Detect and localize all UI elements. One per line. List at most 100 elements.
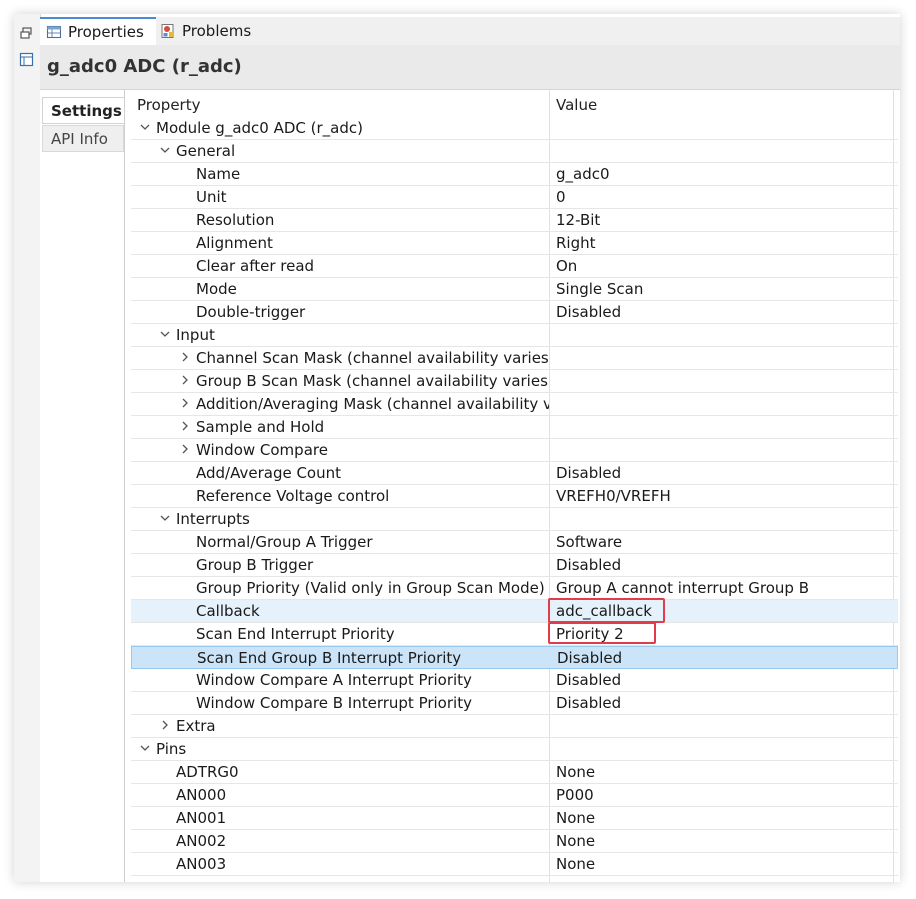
tab-settings-label: Settings	[51, 101, 122, 120]
property-label: Unit	[196, 188, 227, 206]
property-label: Resolution	[196, 211, 275, 229]
tree-row-an000[interactable]: AN000 P000	[131, 784, 898, 807]
property-value[interactable]: On	[556, 257, 577, 275]
property-value[interactable]: Disabled	[556, 694, 621, 712]
properties-view-icon[interactable]	[19, 52, 34, 67]
tab-settings[interactable]: Settings	[42, 97, 124, 124]
column-header-property[interactable]: Property	[137, 96, 200, 114]
property-label: Normal/Group A Trigger	[196, 533, 373, 551]
column-header-value[interactable]: Value	[556, 96, 597, 114]
tree-row-clear-after-read[interactable]: Clear after read On	[131, 255, 898, 278]
tree-row-reference-voltage-control[interactable]: Reference Voltage control VREFH0/VREFH	[131, 485, 898, 508]
tree-row-group-priority-valid-only-in-group-scan-[interactable]: Group Priority (Valid only in Group Scan…	[131, 577, 898, 600]
tree-row-pins[interactable]: Pins	[131, 738, 898, 761]
property-value[interactable]: g_adc0	[556, 165, 610, 183]
tree-row-general[interactable]: General	[131, 140, 898, 163]
property-value[interactable]: Single Scan	[556, 280, 643, 298]
property-label: Double-trigger	[196, 303, 306, 321]
property-label: General	[176, 142, 236, 160]
tree-row-an001[interactable]: AN001 None	[131, 807, 898, 830]
property-label: Channel Scan Mask (channel availability …	[196, 349, 549, 367]
chevron-right-icon[interactable]	[179, 443, 191, 455]
property-value[interactable]: None	[556, 832, 595, 850]
property-value[interactable]: None	[556, 809, 595, 827]
property-value[interactable]: None	[556, 855, 595, 873]
property-label: Scan End Interrupt Priority	[196, 625, 395, 643]
tree-row-extra[interactable]: Extra	[131, 715, 898, 738]
property-label: Extra	[176, 717, 216, 735]
tab-api-info-label: API Info	[51, 129, 108, 148]
section-tabs: Settings API Info	[40, 90, 125, 882]
chevron-right-icon[interactable]	[179, 374, 191, 386]
tree-row-adtrg0[interactable]: ADTRG0 None	[131, 761, 898, 784]
tree-row-normal-group-a-trigger[interactable]: Normal/Group A Trigger Software	[131, 531, 898, 554]
tree-row-addition-averaging-mask-channel-availabi[interactable]: Addition/Averaging Mask (channel availab…	[131, 393, 898, 416]
chevron-right-icon[interactable]	[179, 351, 191, 363]
property-value[interactable]: None	[556, 763, 595, 781]
chevron-down-icon[interactable]	[159, 144, 171, 156]
chevron-down-icon[interactable]	[139, 121, 151, 133]
chevron-right-icon[interactable]	[159, 719, 171, 731]
property-value[interactable]: P000	[556, 786, 594, 804]
tree-row-interrupts[interactable]: Interrupts	[131, 508, 898, 531]
tree-row-input[interactable]: Input	[131, 324, 898, 347]
restore-icon[interactable]	[19, 26, 34, 41]
grid-header: Property Value	[131, 93, 898, 115]
tab-problems[interactable]: Problems	[154, 17, 270, 45]
property-label: Window Compare	[196, 441, 328, 459]
tree-row-unit[interactable]: Unit 0	[131, 186, 898, 209]
view-tab-bar: Properties Problems	[40, 17, 900, 45]
property-label: Group B Scan Mask (channel availability …	[196, 372, 549, 390]
tree-row-group-b-scan-mask-channel-availability-v[interactable]: Group B Scan Mask (channel availability …	[131, 370, 898, 393]
property-label: Group Priority (Valid only in Group Scan…	[196, 579, 545, 597]
property-value[interactable]: Disabled	[556, 464, 621, 482]
property-label: Pins	[156, 740, 187, 758]
property-value[interactable]: VREFH0/VREFH	[556, 487, 671, 505]
property-label: Callback	[196, 602, 260, 620]
chevron-down-icon[interactable]	[139, 742, 151, 754]
property-value[interactable]: Group A cannot interrupt Group B	[556, 579, 809, 597]
tree-row-scan-end-interrupt-priority[interactable]: Scan End Interrupt Priority Priority 2	[131, 623, 898, 646]
chevron-right-icon[interactable]	[179, 397, 191, 409]
property-value[interactable]: 12-Bit	[556, 211, 600, 229]
tree-row-scan-end-group-b-interrupt-priority[interactable]: Scan End Group B Interrupt Priority Disab…	[131, 646, 898, 669]
tree-row-module-g-adc0-adc-r-adc[interactable]: Module g_adc0 ADC (r_adc)	[131, 117, 898, 140]
tree-row-callback[interactable]: Callback adc_callback	[131, 600, 898, 623]
property-label: Alignment	[196, 234, 273, 252]
property-value[interactable]: Disabled	[557, 649, 622, 667]
tree-row-add-average-count[interactable]: Add/Average Count Disabled	[131, 462, 898, 485]
tree-row-window-compare[interactable]: Window Compare	[131, 439, 898, 462]
property-label: Sample and Hold	[196, 418, 325, 436]
tab-properties[interactable]: Properties	[40, 17, 156, 45]
tree-row-alignment[interactable]: Alignment Right	[131, 232, 898, 255]
tree-row-channel-scan-mask-channel-availability-v[interactable]: Channel Scan Mask (channel availability …	[131, 347, 898, 370]
property-label: Interrupts	[176, 510, 250, 528]
property-value[interactable]: Disabled	[556, 671, 621, 689]
property-value[interactable]: Software	[556, 533, 622, 551]
tree-row-group-b-trigger[interactable]: Group B Trigger Disabled	[131, 554, 898, 577]
property-value[interactable]: Disabled	[556, 556, 621, 574]
tree-row-double-trigger[interactable]: Double-trigger Disabled	[131, 301, 898, 324]
property-value[interactable]: Disabled	[556, 303, 621, 321]
tree-row-mode[interactable]: Mode Single Scan	[131, 278, 898, 301]
property-label: Add/Average Count	[196, 464, 342, 482]
chevron-right-icon[interactable]	[179, 420, 191, 432]
property-label: AN000	[176, 786, 227, 804]
tree-row-an003[interactable]: AN003 None	[131, 853, 898, 876]
chevron-down-icon[interactable]	[159, 328, 171, 340]
tree-row-name[interactable]: Name g_adc0	[131, 163, 898, 186]
tab-problems-label: Problems	[182, 22, 252, 40]
tree-row-window-compare-a-interrupt-priority[interactable]: Window Compare A Interrupt Priority Disab…	[131, 669, 898, 692]
page-title: g_adc0 ADC (r_adc)	[47, 56, 242, 77]
property-label: Module g_adc0 ADC (r_adc)	[156, 119, 363, 137]
properties-icon	[46, 25, 62, 39]
chevron-down-icon[interactable]	[159, 512, 171, 524]
tree-row-sample-and-hold[interactable]: Sample and Hold	[131, 416, 898, 439]
property-label: Group B Trigger	[196, 556, 314, 574]
property-value[interactable]: Right	[556, 234, 596, 252]
tree-row-an002[interactable]: AN002 None	[131, 830, 898, 853]
tab-api-info[interactable]: API Info	[42, 125, 124, 152]
property-value[interactable]: 0	[556, 188, 566, 206]
tree-row-resolution[interactable]: Resolution 12-Bit	[131, 209, 898, 232]
tree-row-window-compare-b-interrupt-priority[interactable]: Window Compare B Interrupt Priority Disab…	[131, 692, 898, 715]
